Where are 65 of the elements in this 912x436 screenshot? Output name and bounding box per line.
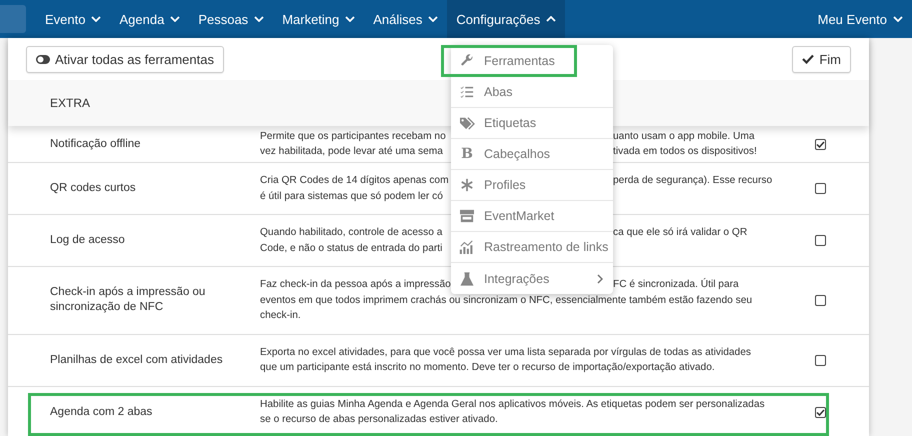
checkbox[interactable] (814, 138, 826, 150)
nav-menu-item[interactable]: Agenda (110, 0, 190, 38)
checkbox[interactable] (814, 354, 826, 366)
description-text: check-in. (260, 309, 301, 323)
description-text: FC é sincronizada. Útil para (613, 277, 739, 292)
description-text: vez habilitada, pode levar até uma sema (260, 145, 443, 159)
nav-menu-item[interactable]: Evento (36, 0, 110, 38)
description-text: Habilite as guias Minha Agenda e Agenda Geral nos aplicativos móveis. As etiquetas podem ser personalizadas (260, 398, 765, 412)
checkbox[interactable] (814, 183, 826, 194)
check-icon (802, 54, 814, 64)
toggle-all-button[interactable]: Ativar todas as ferramentas (26, 46, 224, 72)
description-text: é útil para sistemas que só podem ler có (260, 190, 443, 204)
feature-name: QR codes curtos (49, 181, 137, 196)
flask-icon (459, 272, 475, 286)
menu-item[interactable]: EventMarket (451, 201, 613, 232)
checkbox[interactable] (814, 406, 826, 418)
description-text: Exporta no excel atividades, para que você possa ver uma lista separada por vírgulas de todas as atividades (260, 346, 751, 360)
nav-menu-item[interactable]: Marketing (273, 0, 364, 38)
description-text: Quando habilitado, controle de acesso a (260, 226, 442, 240)
description-text: perda de segurança). Esse recurso (613, 174, 772, 188)
chevron-icon (254, 16, 264, 22)
wrench-icon (459, 54, 475, 68)
store-icon (459, 209, 475, 223)
menu-item[interactable]: Ferramentas (441, 45, 577, 77)
feature-name: Notificação offline (49, 136, 142, 152)
feature-name: Agenda com 2 abas (49, 404, 154, 420)
menu-item[interactable]: Rastreamento de links (451, 232, 613, 263)
bar-chart-icon (459, 240, 475, 254)
tag-icon (459, 116, 475, 130)
description-text: ca que ele só irá validar o QR (613, 226, 748, 240)
description-text: Permite que os participantes recebam no (260, 130, 446, 144)
description-text: uanto usam o app mobile. Uma (613, 130, 755, 144)
menu-item[interactable]: B Cabeçalhos (451, 139, 613, 170)
menu-item[interactable]: Integrações (451, 263, 613, 294)
description-text: Code, e não o status de entrada do parti (260, 242, 442, 256)
description-text: Faz check-in da pessoa após a impressão (260, 278, 451, 292)
menu-item[interactable]: Abas (451, 77, 613, 108)
section-title: EXTRA (50, 96, 90, 110)
nav-menu-item[interactable]: Análises (364, 0, 448, 38)
checkbox[interactable] (814, 294, 826, 306)
asterisk-icon (459, 178, 475, 192)
chevron-icon (546, 16, 556, 22)
chevron-icon (893, 16, 903, 22)
feature-name: Log de acesso (49, 233, 126, 248)
chevron-icon (428, 16, 438, 22)
feature-name: Check-in após a impressão ou sincronização de NFC (49, 285, 206, 316)
nav-menu-item[interactable]: Pessoas (189, 0, 274, 38)
bold-icon: B (459, 146, 475, 162)
chevron-icon (91, 16, 102, 22)
description-text: tivada em todos os dispositivos! (613, 145, 757, 159)
description-text: que um participante está inscrito no momento. Deve ter o recurso de importação/exportação ativado. (260, 361, 715, 375)
done-button[interactable]: Fim (792, 46, 851, 72)
menu-item[interactable]: Etiquetas (451, 108, 613, 139)
checkbox[interactable] (814, 235, 826, 246)
account-menu[interactable]: Meu Evento (808, 0, 912, 38)
description-text: Cria QR Codes de 14 dígitos apenas com (260, 174, 449, 188)
description-text: eventos em que todos imprimem crachás ou sincronizam o NFC, essencialmente também estão fazendo seu (260, 294, 752, 308)
menu-item[interactable]: Profiles (451, 170, 613, 201)
toggle-icon (36, 54, 50, 64)
nav-menu-item[interactable]: Configurações (447, 0, 566, 38)
feature-name: Planilhas de excel com atividades (49, 352, 224, 368)
chevron-icon (345, 16, 356, 22)
description-text: se o recurso de abas personalizadas estiver ativado. (260, 413, 498, 427)
checklist-icon (459, 85, 475, 99)
chevron-icon (170, 16, 180, 22)
